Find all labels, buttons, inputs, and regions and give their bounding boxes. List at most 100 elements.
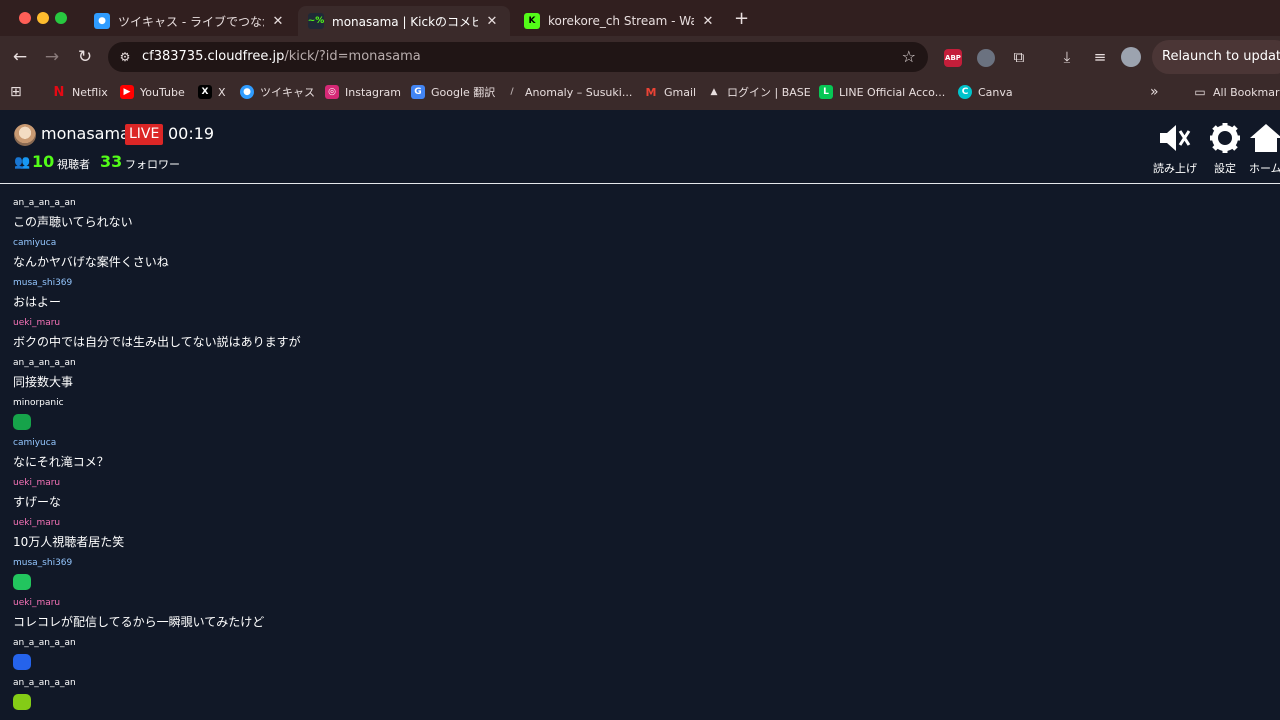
close-icon[interactable]: ✕: [484, 14, 500, 29]
x-logo-icon: X: [198, 85, 212, 99]
bookmark-line[interactable]: L LINE Official Acco...: [819, 83, 945, 101]
all-bookmarks-folder[interactable]: ▭ All Bookmarks: [1193, 83, 1280, 101]
url-text: cf383735.cloudfree.jp/kick/?id=monasama: [142, 49, 421, 64]
live-badge: LIVE: [125, 124, 164, 145]
new-tab-plus-icon[interactable]: +: [734, 8, 749, 29]
viewers-icon: 👥: [14, 155, 31, 170]
chat-username[interactable]: camiyuca: [13, 237, 913, 249]
profile-avatar-icon[interactable]: [1121, 47, 1141, 67]
chat-message: ueki_maru コレコレが配信してるから一瞬覗いてみたけど: [13, 597, 913, 632]
tab-monasama[interactable]: ~% monasama | Kickのコメビュ ✕: [298, 6, 510, 36]
chat-username[interactable]: an_a_an_a_an: [13, 357, 913, 369]
home-button[interactable]: ホーム: [1249, 122, 1280, 174]
tab-twitcasting[interactable]: ● ツイキャス - ライブでつながるコ ✕: [84, 6, 296, 36]
chat-message: an_a_an_a_an: [13, 637, 913, 674]
bookmark-label: Canva: [978, 85, 1013, 99]
chat-text: なにそれ滝コメ？: [13, 455, 109, 469]
chat-username[interactable]: musa_shi369: [13, 277, 913, 289]
url-host: cf383735.cloudfree.jp: [142, 49, 285, 64]
close-icon[interactable]: ✕: [270, 14, 286, 29]
bookmark-label: Anomaly – Susuki...: [525, 85, 633, 99]
tab-korekore[interactable]: K korekore_ch Stream - Watch ✕: [514, 6, 726, 36]
address-bar[interactable]: ⚙ cf383735.cloudfree.jp/kick/?id=monasam…: [108, 42, 928, 72]
chat-message: an_a_an_a_an この声聴いてられない: [13, 197, 913, 232]
google-translate-icon: G: [411, 85, 425, 99]
gear-icon: [1201, 122, 1249, 154]
more-bookmarks-chevron-icon[interactable]: »: [1150, 83, 1159, 101]
chat-username[interactable]: an_a_an_a_an: [13, 637, 913, 649]
close-window-button[interactable]: [19, 12, 31, 24]
bookmark-label: X: [218, 85, 226, 99]
viewers-count: 10: [32, 152, 55, 171]
elapsed-time: 00:19: [168, 124, 215, 143]
apps-grid-icon[interactable]: ⊞: [10, 83, 22, 101]
netflix-icon: N: [52, 84, 66, 100]
back-arrow-icon[interactable]: ←: [9, 46, 31, 68]
tab-bar: ● ツイキャス - ライブでつながるコ ✕ ~% monasama | Kick…: [0, 0, 1280, 36]
chat-username[interactable]: ueki_maru: [13, 597, 913, 609]
tts-label: 読み上げ: [1153, 162, 1197, 175]
chat-username[interactable]: an_a_an_a_an: [13, 197, 913, 209]
bookmark-base[interactable]: ▲ ログイン | BASE: [707, 83, 811, 101]
avatar: [14, 124, 36, 146]
download-icon[interactable]: ⤓: [1056, 46, 1078, 68]
terminal-icon: ~%: [308, 13, 324, 29]
tab-title: ツイキャス - ライブでつながるコ: [118, 14, 264, 29]
emote-icon: [13, 574, 31, 590]
bookmark-label: ツイキャス: [260, 86, 315, 99]
youtube-icon: ▶: [120, 85, 134, 99]
bookmark-label: YouTube: [140, 85, 185, 99]
extension-badge-icon[interactable]: [977, 49, 995, 67]
bookmark-instagram[interactable]: ◎ Instagram: [325, 83, 401, 101]
tts-button[interactable]: 読み上げ: [1151, 122, 1199, 175]
settings-button[interactable]: 設定: [1201, 122, 1249, 175]
chat-message: ueki_maru ボクの中では自分では生み出してない説はありますが: [13, 317, 913, 352]
chat-username[interactable]: camiyuca: [13, 437, 913, 449]
bookmark-youtube[interactable]: ▶ YouTube: [120, 83, 185, 101]
speaker-mute-icon: [1151, 122, 1199, 154]
bookmark-gmail[interactable]: M Gmail: [644, 83, 697, 101]
extensions-puzzle-icon[interactable]: ⧉: [1008, 46, 1030, 68]
media-queue-icon[interactable]: ≡: [1089, 46, 1111, 68]
bookmarks-bar: ⊞ N Netflix ▶ YouTube XX ● ツイキャス ◎ Instagram…: [0, 78, 1280, 106]
settings-label: 設定: [1214, 162, 1236, 175]
chat-text: ボクの中では自分では生み出してない説はありますが: [13, 335, 301, 349]
abp-icon[interactable]: ABP: [944, 49, 962, 67]
browser-chrome: ● ツイキャス - ライブでつながるコ ✕ ~% monasama | Kick…: [0, 0, 1280, 110]
chat-username[interactable]: ueki_maru: [13, 317, 913, 329]
bookmark-twitcasting[interactable]: ● ツイキャス: [240, 83, 315, 101]
minimize-window-button[interactable]: [37, 12, 49, 24]
forward-arrow-icon[interactable]: →: [41, 46, 63, 68]
twitcasting-icon: ●: [94, 13, 110, 29]
gmail-icon: M: [645, 85, 657, 99]
chat-text: 10万人視聴者居た笑: [13, 535, 125, 549]
home-icon: [1249, 122, 1280, 154]
site-settings-icon[interactable]: ⚙: [116, 48, 134, 66]
tab-title: korekore_ch Stream - Watch: [548, 14, 694, 28]
chat-username[interactable]: minorpanic: [13, 397, 913, 409]
close-icon[interactable]: ✕: [700, 14, 716, 29]
stream-header: monasama LIVE 00:19 👥 10 視聴者 33 フォロワー 読み…: [0, 110, 1280, 184]
bookmark-google-translate[interactable]: G Google 翻訳: [411, 83, 495, 101]
chat-username[interactable]: an_a_an_a_an: [13, 677, 913, 689]
reload-icon[interactable]: ↻: [74, 46, 96, 68]
followers-label: フォロワー: [125, 158, 180, 171]
tab-title: monasama | Kickのコメビュ: [332, 14, 478, 29]
chat-message: camiyuca なんかヤバげな案件くさいね: [13, 237, 913, 272]
chat-text: なんかヤバげな案件くさいね: [13, 255, 169, 269]
chat-message: camiyuca なにそれ滝コメ？: [13, 437, 913, 472]
bookmark-label: All Bookmarks: [1213, 85, 1280, 99]
bookmark-star-icon[interactable]: ☆: [902, 47, 916, 66]
chat-username[interactable]: ueki_maru: [13, 477, 913, 489]
bookmark-netflix[interactable]: N Netflix: [52, 83, 108, 101]
followers-count: 33: [100, 152, 123, 171]
relaunch-button[interactable]: Relaunch to update: [1152, 40, 1280, 74]
bookmark-canva[interactable]: C Canva: [958, 83, 1013, 101]
chat-username[interactable]: ueki_maru: [13, 517, 913, 529]
bookmark-x[interactable]: XX: [198, 83, 226, 101]
maximize-window-button[interactable]: [55, 12, 67, 24]
bookmark-anomaly[interactable]: / Anomaly – Susuki...: [505, 83, 632, 101]
chat-text: 同接数大事: [13, 375, 74, 389]
chat-username[interactable]: musa_shi369: [13, 557, 913, 569]
bookmark-label: Gmail: [664, 85, 697, 99]
